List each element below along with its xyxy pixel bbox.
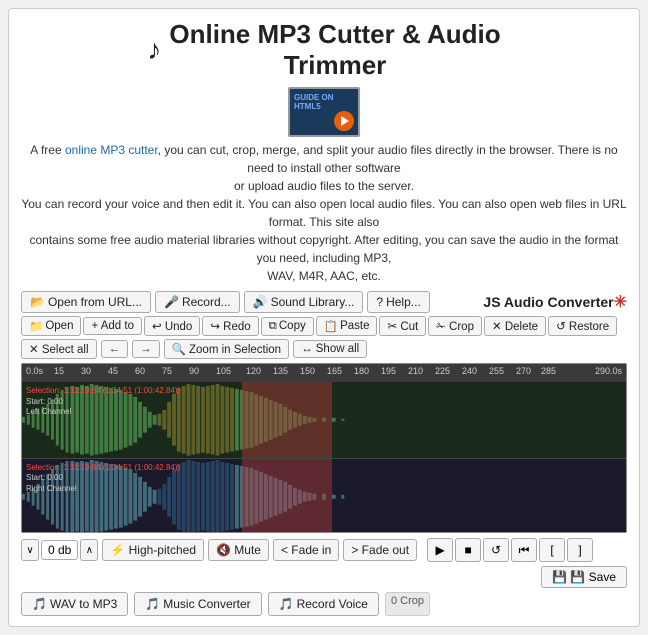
save-button[interactable]: 💾 💾 Save (541, 566, 627, 588)
open-icon: 📁 (29, 319, 43, 333)
left-channel-info: Selection: 1:11:19.84 (1:34:51 (1:00:42.… (26, 386, 180, 417)
page-title-line2: Trimmer (169, 50, 500, 81)
paste-button[interactable]: 📋 Paste (316, 316, 378, 336)
high-pitched-button[interactable]: ⚡ High-pitched (102, 539, 204, 561)
db-value: 0 db (41, 540, 78, 560)
undo-button[interactable]: ↩ Undo (144, 316, 200, 336)
bottom-nav: 🎵 WAV to MP3 🎵 Music Converter 🎵 Record … (21, 592, 627, 616)
help-button[interactable]: ? Help... (367, 291, 429, 313)
timeline-end: 290.0s (595, 366, 622, 376)
open-url-button[interactable]: 📂 Open from URL... (21, 291, 151, 313)
redo-button[interactable]: ↪ Redo (202, 316, 258, 336)
page-title-line1: Online MP3 Cutter & Audio (169, 19, 500, 50)
db-down-button[interactable]: ∨ (21, 539, 39, 561)
bracket-close-button[interactable]: ] (567, 538, 593, 562)
speaker-icon: 🔊 (253, 295, 268, 309)
waveform-container[interactable]: 0.0s 15 30 45 60 75 90 105 120 135 150 1… (21, 363, 627, 533)
music-icon: 🎵 (145, 597, 160, 611)
fade-in-button[interactable]: < Fade in (273, 539, 339, 561)
restore-button[interactable]: ↺ Restore (548, 316, 617, 336)
description-text: A free online MP3 cutter, you can cut, c… (21, 141, 627, 285)
mic-icon: 🎤 (164, 295, 179, 309)
delete-button[interactable]: ✕ Delete (484, 316, 546, 336)
zoom-in-selection-button[interactable]: 🔍 Zoom in Selection (164, 339, 290, 359)
folder-icon: 📂 (30, 295, 45, 309)
js-audio-converter-link[interactable]: JS Audio Converter✳ (483, 292, 627, 312)
main-toolbar: 📂 Open from URL... 🎤 Record... 🔊 Sound L… (21, 291, 627, 313)
right-channel-track[interactable]: Selection: 1:11:19.84 (1:34:51 (1:00:42.… (22, 459, 626, 534)
db-section: ∨ 0 db ∧ (21, 539, 98, 561)
bracket-open-button[interactable]: [ (539, 538, 565, 562)
record-voice-button[interactable]: 🎵 Record Voice (268, 592, 379, 616)
show-all-button[interactable]: ↔ Show all (293, 340, 367, 358)
playback-controls: ▶ ■ ↺ ⏮ [ ] (427, 538, 593, 562)
loop-button[interactable]: ↺ (483, 538, 509, 562)
edit-toolbar: 📁 Open + Add to ↩ Undo ↪ Redo ⧉ Copy 📋 P… (21, 316, 627, 336)
mute-button[interactable]: 🔇 Mute (208, 539, 269, 561)
video-play-button[interactable] (334, 111, 354, 131)
arrow-right-button[interactable]: → (132, 340, 160, 358)
open-button[interactable]: 📁 Open (21, 316, 81, 336)
crop-button[interactable]: ✁ Crop (428, 316, 482, 336)
select-toolbar: ✕ Select all ← → 🔍 Zoom in Selection ↔ S… (21, 339, 627, 359)
bottom-controls: ∨ 0 db ∧ ⚡ High-pitched 🔇 Mute < Fade in… (21, 538, 627, 588)
add-to-button[interactable]: + Add to (83, 317, 142, 335)
crop-count-badge: 0 Crop (385, 592, 430, 616)
stop-button[interactable]: ■ (455, 538, 481, 562)
waveform-tracks: Selection: 1:11:19.84 (1:34:51 (1:00:42.… (22, 382, 626, 533)
help-icon: ? (376, 295, 383, 309)
copy-button[interactable]: ⧉ Copy (261, 317, 314, 336)
sound-library-button[interactable]: 🔊 Sound Library... (244, 291, 364, 313)
select-all-button[interactable]: ✕ Select all (21, 339, 97, 359)
save-icon: 💾 (552, 570, 567, 584)
record-button[interactable]: 🎤 Record... (155, 291, 240, 313)
db-up-button[interactable]: ∧ (80, 539, 98, 561)
skip-back-button[interactable]: ⏮ (511, 538, 537, 562)
video-thumbnail[interactable]: GUIDE ONHTML5 (288, 87, 360, 137)
right-selection-overlay (242, 459, 332, 534)
music-converter-button[interactable]: 🎵 Music Converter (134, 592, 261, 616)
paste-icon: 📋 (324, 319, 338, 333)
record-icon: 🎵 (279, 597, 294, 611)
copy-icon: ⧉ (269, 320, 277, 333)
right-channel-info: Selection: 1:11:19.84 (1:34:51 (1:00:42.… (26, 463, 180, 494)
left-selection-overlay (242, 382, 332, 458)
wav-to-mp3-button[interactable]: 🎵 WAV to MP3 (21, 592, 128, 616)
waveform-timeline: 0.0s 15 30 45 60 75 90 105 120 135 150 1… (22, 364, 626, 382)
left-channel-track[interactable]: Selection: 1:11:19.84 (1:34:51 (1:00:42.… (22, 382, 626, 459)
star-icon: ✳ (614, 292, 627, 312)
arrow-left-button[interactable]: ← (101, 340, 129, 358)
music-icon: ♪ (147, 34, 161, 66)
cut-button[interactable]: ✂ Cut (379, 316, 426, 336)
fade-out-button[interactable]: > Fade out (343, 539, 417, 561)
timeline-start: 0.0s (26, 366, 43, 376)
wav-icon: 🎵 (32, 597, 47, 611)
play-button[interactable]: ▶ (427, 538, 453, 562)
